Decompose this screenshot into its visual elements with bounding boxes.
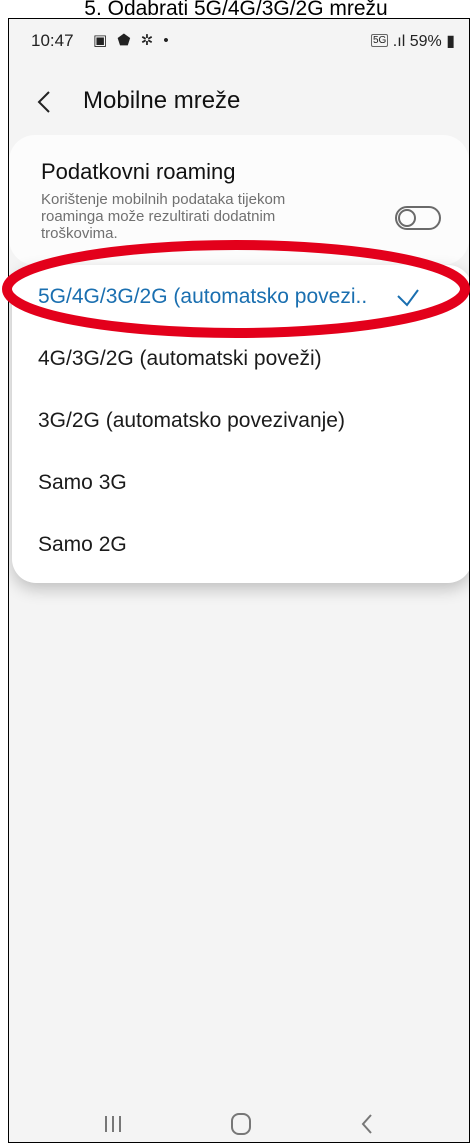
checkmark-icon (397, 289, 419, 307)
roaming-title: Podatkovni roaming (41, 159, 236, 184)
back-nav-icon (361, 1114, 372, 1134)
battery-level: 59% (409, 33, 442, 50)
network-mode-option-only-2g[interactable]: Samo 2G (38, 525, 127, 565)
phone-screen: 10:47 ▣ ⬟ ✲ • 5G .ıl 59% ▮ Mobilne mreže… (8, 18, 470, 1143)
shield-icon: ⬟ (117, 32, 134, 49)
back-arrow-icon (37, 91, 50, 113)
network-badge: 5G (371, 34, 389, 47)
network-mode-option-4g[interactable]: 4G/3G/2G (automatski poveži) (38, 339, 322, 379)
option-label: Samo 2G (38, 533, 127, 556)
app-bar: Mobilne mreže (9, 77, 469, 127)
roaming-description: Korištenje mobilnih podataka tijekom roa… (41, 191, 286, 242)
roaming-card[interactable]: Podatkovni roaming Korištenje mobilnih p… (9, 135, 469, 265)
roaming-toggle[interactable] (395, 206, 441, 230)
option-label: 3G/2G (automatsko povezivanje) (38, 409, 345, 432)
status-bar: 10:47 ▣ ⬟ ✲ • 5G .ıl 59% ▮ (9, 19, 469, 67)
home-icon (231, 1113, 251, 1135)
system-nav-bar (9, 1104, 469, 1142)
network-mode-option-5g[interactable]: 5G/4G/3G/2G (automatsko povezi.. (38, 277, 367, 317)
back-button[interactable] (31, 87, 61, 117)
caption-text: 5. Odabrati 5G/4G/3G/2G mrežu (84, 0, 388, 20)
recent-apps-button[interactable] (95, 1108, 131, 1140)
signal-icon: .ıl (392, 33, 406, 50)
network-mode-option-3g[interactable]: 3G/2G (automatsko povezivanje) (38, 401, 345, 441)
gallery-icon: ▣ (93, 32, 111, 49)
status-right: 5G .ıl 59% ▮ (371, 31, 455, 51)
option-label: 4G/3G/2G (automatski poveži) (38, 347, 322, 370)
settings-icon: ✲ (140, 32, 157, 49)
home-button[interactable] (223, 1108, 259, 1140)
network-mode-option-only-3g[interactable]: Samo 3G (38, 463, 127, 503)
recent-apps-icon (105, 1116, 121, 1132)
dot-icon: • (163, 32, 172, 49)
option-label: 5G/4G/3G/2G (automatsko povezi.. (38, 285, 368, 308)
status-time: 10:47 (31, 31, 74, 50)
toggle-knob (398, 209, 416, 227)
option-label: Samo 3G (38, 471, 127, 494)
battery-icon: ▮ (446, 33, 455, 50)
status-icons: ▣ ⬟ ✲ • (93, 31, 172, 49)
network-mode-popup: 5G/4G/3G/2G (automatsko povezi.. 4G/3G/2… (12, 265, 469, 583)
back-nav-button[interactable] (349, 1108, 385, 1140)
page-title: Mobilne mreže (83, 87, 241, 114)
